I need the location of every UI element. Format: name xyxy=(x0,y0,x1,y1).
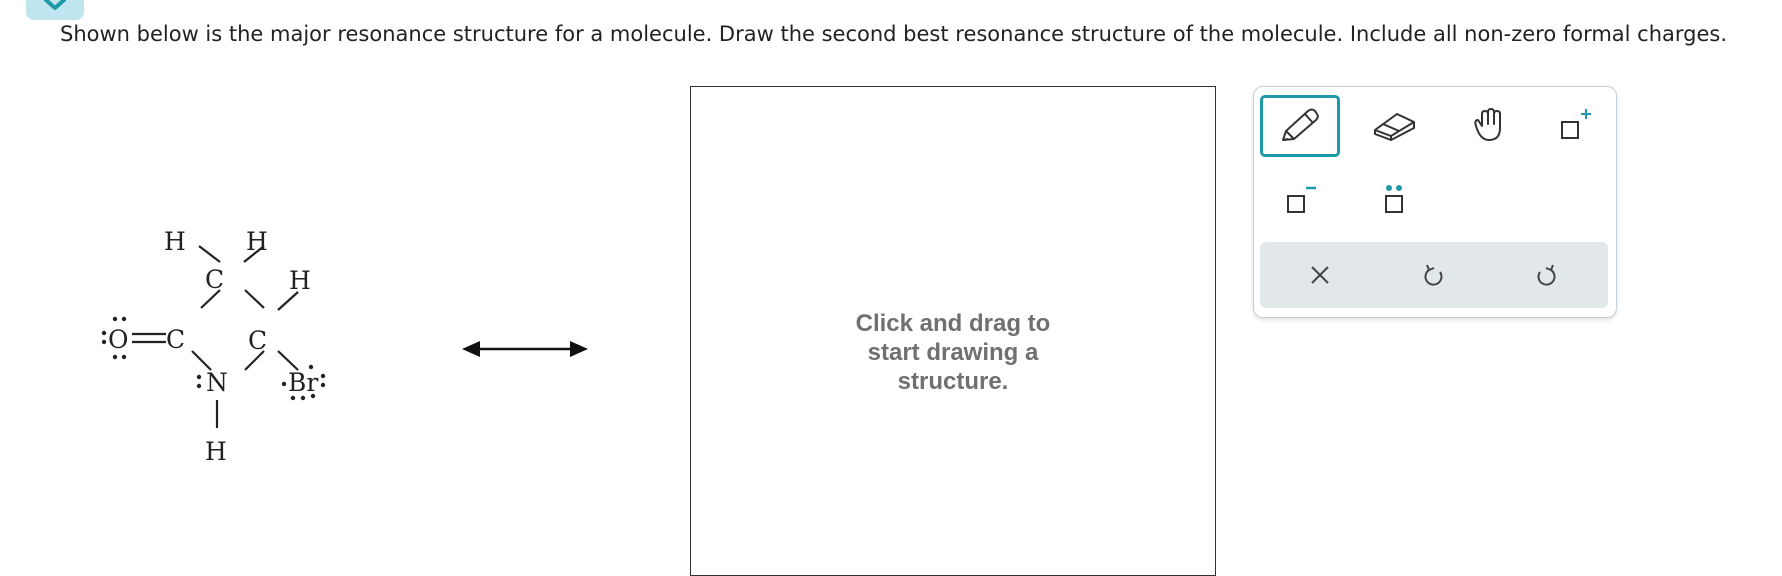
atom-br: Br xyxy=(288,368,318,397)
completed-badge xyxy=(26,0,84,20)
plus-charge-icon xyxy=(1561,109,1591,139)
resonance-arrow-icon xyxy=(462,341,588,357)
drawing-canvas[interactable]: Click and drag to start drawing a struct… xyxy=(690,86,1216,576)
minus-charge-icon xyxy=(1287,186,1316,213)
atom-h-top-right: H xyxy=(246,227,268,256)
bond-h-c-top-left xyxy=(198,245,221,263)
canvas-hint: Click and drag to start drawing a struct… xyxy=(855,310,1051,395)
bond-ctop-cright xyxy=(244,289,265,309)
pan-tool[interactable] xyxy=(1448,95,1528,157)
atom-h-top-left: H xyxy=(164,227,186,256)
molecule-structure: H H C H O C C N Br H xyxy=(101,227,326,466)
atom-c-left: C xyxy=(166,325,185,354)
eraser-icon xyxy=(1374,113,1415,141)
hand-icon xyxy=(1474,108,1501,141)
atom-h-bottom: H xyxy=(205,437,227,466)
negative-charge-tool[interactable] xyxy=(1260,169,1340,231)
atom-n: N xyxy=(206,368,228,397)
close-icon xyxy=(1311,266,1329,284)
atom-o: O xyxy=(108,325,129,354)
undo-icon xyxy=(1424,264,1443,286)
lone-pair-icon xyxy=(1385,185,1403,213)
pencil-tool[interactable] xyxy=(1260,95,1340,157)
action-bar xyxy=(1260,242,1608,308)
question-prompt: Shown below is the major resonance struc… xyxy=(60,22,1728,46)
positive-charge-tool[interactable] xyxy=(1536,95,1616,157)
eraser-tool[interactable] xyxy=(1354,95,1434,157)
drawing-toolbar xyxy=(1253,86,1617,318)
redo-icon xyxy=(1537,264,1556,286)
pencil-icon xyxy=(1282,108,1319,141)
check-icon xyxy=(44,0,66,10)
redo-button[interactable] xyxy=(1516,250,1576,300)
atom-c-top: C xyxy=(205,265,224,294)
atom-h-right: H xyxy=(289,266,311,295)
atom-c-right: C xyxy=(248,326,267,355)
clear-button[interactable] xyxy=(1290,250,1350,300)
undo-button[interactable] xyxy=(1404,250,1464,300)
lone-pair-tool[interactable] xyxy=(1354,169,1434,231)
